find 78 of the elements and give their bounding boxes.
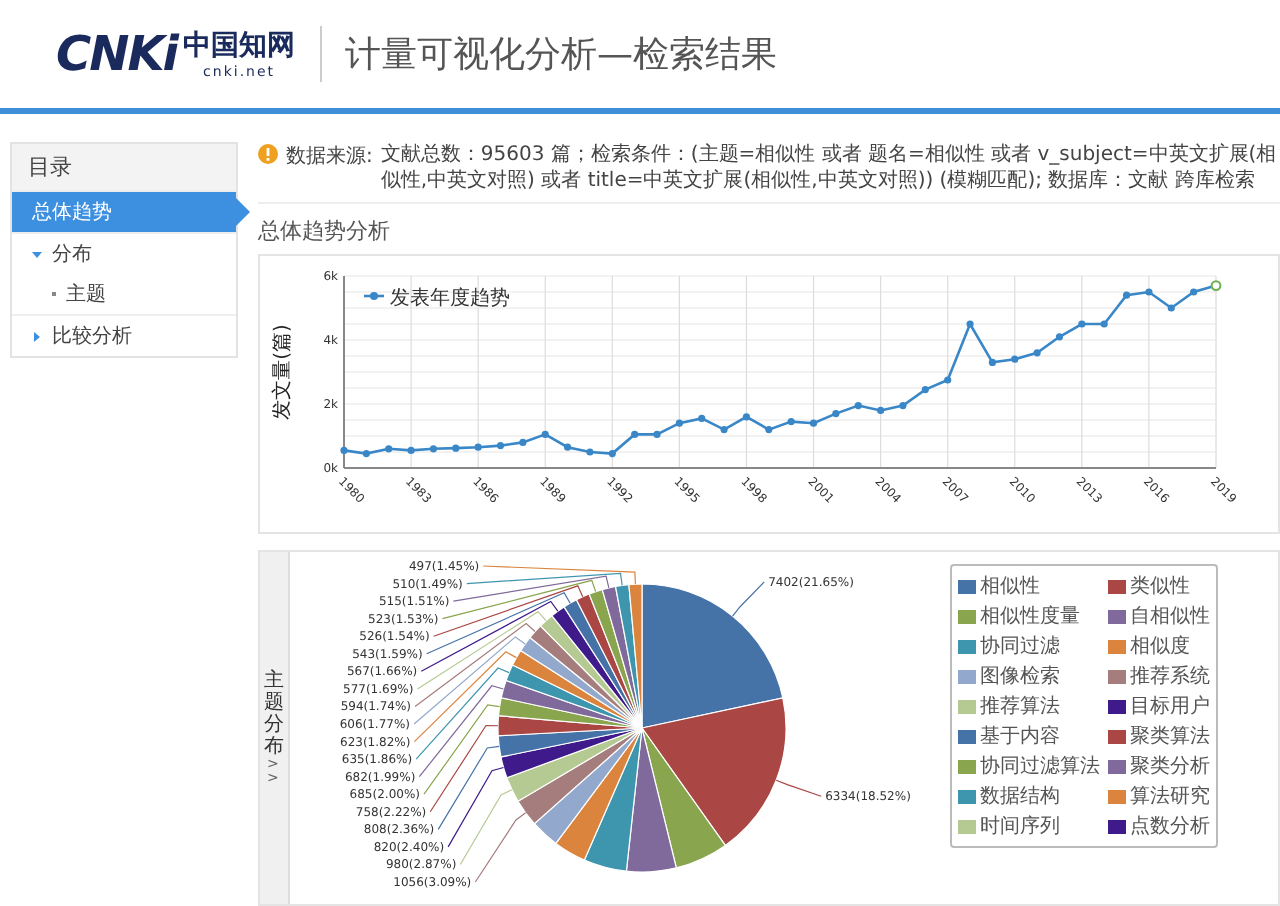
legend-label: 目标用户: [1130, 693, 1210, 720]
data-point: [1167, 304, 1175, 312]
data-point: [541, 430, 549, 438]
leader-line: [474, 812, 527, 883]
sidebar-item[interactable]: 比较分析: [12, 314, 236, 356]
data-point: [675, 419, 683, 427]
legend-label: 时间序列: [980, 813, 1060, 840]
info-icon: [258, 144, 278, 164]
legend-label: 协同过滤: [980, 633, 1060, 660]
sidebar-item[interactable]: 主题: [12, 274, 236, 314]
data-point: [429, 445, 438, 453]
legend-label: 相似度: [1130, 633, 1190, 660]
data-point: [1011, 355, 1019, 363]
data-point: [899, 402, 907, 410]
legend-label: 自相似性: [1130, 603, 1210, 630]
data-point: [1055, 333, 1064, 341]
data-point: [1190, 288, 1198, 296]
legend-label: 点数分析: [1130, 813, 1210, 840]
data-point: [519, 438, 527, 446]
pointer-icon: [236, 198, 250, 226]
data-point: [564, 443, 572, 451]
legend-label: 基于内容: [980, 723, 1060, 750]
data-point: [1145, 288, 1153, 296]
y-axis-title: 发文量(篇): [272, 324, 294, 420]
legend-label: 相似性度量: [980, 603, 1080, 630]
legend-label: 类似性: [1130, 573, 1190, 600]
data-point: [1210, 280, 1222, 291]
data-point: [988, 358, 996, 366]
caret-icon: [32, 331, 42, 341]
data-point: [608, 450, 616, 458]
data-point: [809, 419, 818, 427]
data-point: [944, 376, 952, 384]
data-point: [832, 410, 840, 418]
data-point: [496, 442, 505, 450]
data-point: [742, 413, 751, 421]
data-point: [765, 426, 773, 434]
data-point: [698, 414, 706, 422]
data-point: [966, 320, 974, 328]
data-point: [452, 444, 460, 452]
legend-label: 聚类算法: [1130, 723, 1210, 750]
data-point: [1033, 349, 1041, 357]
legend-label: 数据结构: [980, 783, 1060, 810]
data-point: [407, 446, 415, 454]
data-point: [1078, 320, 1086, 328]
sidebar-item[interactable]: 分布: [12, 232, 236, 274]
legend-label: 算法研究: [1130, 783, 1210, 810]
legend-label: 图像检索: [980, 663, 1060, 690]
legend-label: 推荐算法: [980, 693, 1060, 720]
sidebar-title: 目录: [12, 144, 236, 190]
source-text: 文献总数：95603 篇；检索条件：(主题=相似性 或者 题名=相似性 或者 v_subject=中英文扩展(相似性,中英文对照) 或者 title=中英文扩展(相似性,中英文对照)) (模糊匹配); 数据库：文献 跨库检索: [380, 142, 1279, 194]
data-point: [631, 430, 639, 438]
data-point: [653, 430, 661, 438]
legend-label: 相似性: [980, 573, 1040, 600]
data-point: [362, 450, 370, 458]
leader-line: [731, 581, 765, 617]
data-point: [1122, 291, 1131, 299]
leader-line: [775, 779, 822, 797]
section-heading: 总体趋势分析: [258, 216, 392, 248]
caret-icon: [32, 249, 42, 259]
legend-label: 协同过滤算法: [980, 753, 1100, 780]
legend-label: 聚类分析: [1130, 753, 1210, 780]
data-point: [720, 426, 728, 434]
legend-label: 发表年度趋势: [390, 288, 510, 310]
data-point: [1100, 320, 1108, 328]
data-point: [385, 445, 393, 453]
legend-marker-icon: [364, 292, 384, 300]
page-title: 计量可视化分析—检索结果: [345, 32, 778, 78]
logo-wordmark: CNKi: [56, 26, 178, 82]
data-point: [474, 443, 482, 451]
data-point: [877, 406, 885, 414]
data-point: [854, 402, 862, 410]
data-point: [586, 448, 594, 456]
data-point: [921, 386, 929, 394]
legend-label: 推荐系统: [1130, 663, 1210, 690]
source-label: 数据来源:: [286, 143, 373, 170]
data-point: [340, 446, 348, 454]
logo-name: 中国知网: [183, 28, 296, 64]
data-point: [787, 418, 795, 426]
